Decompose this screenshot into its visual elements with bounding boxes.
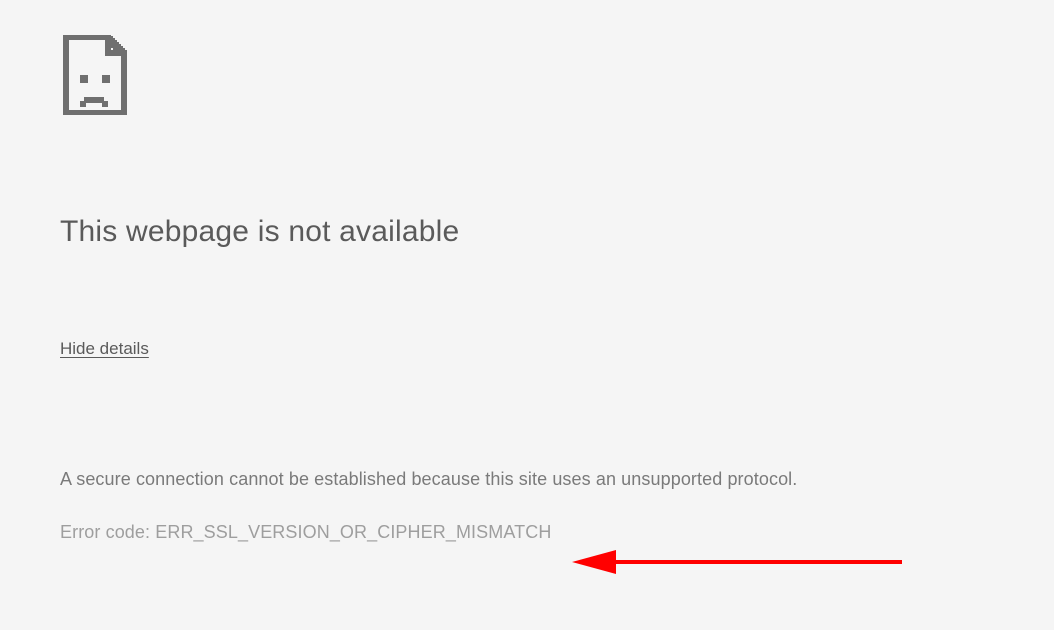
page-title: This webpage is not available: [60, 215, 994, 249]
toggle-details-link[interactable]: Hide details: [60, 339, 149, 359]
error-code-value: ERR_SSL_VERSION_OR_CIPHER_MISMATCH: [155, 522, 551, 542]
error-code-line: Error code: ERR_SSL_VERSION_OR_CIPHER_MI…: [60, 522, 994, 543]
sad-file-icon: [60, 35, 994, 120]
annotation-arrow-icon: [572, 548, 912, 576]
error-description: A secure connection cannot be establishe…: [60, 469, 994, 490]
error-code-label: Error code:: [60, 522, 150, 542]
